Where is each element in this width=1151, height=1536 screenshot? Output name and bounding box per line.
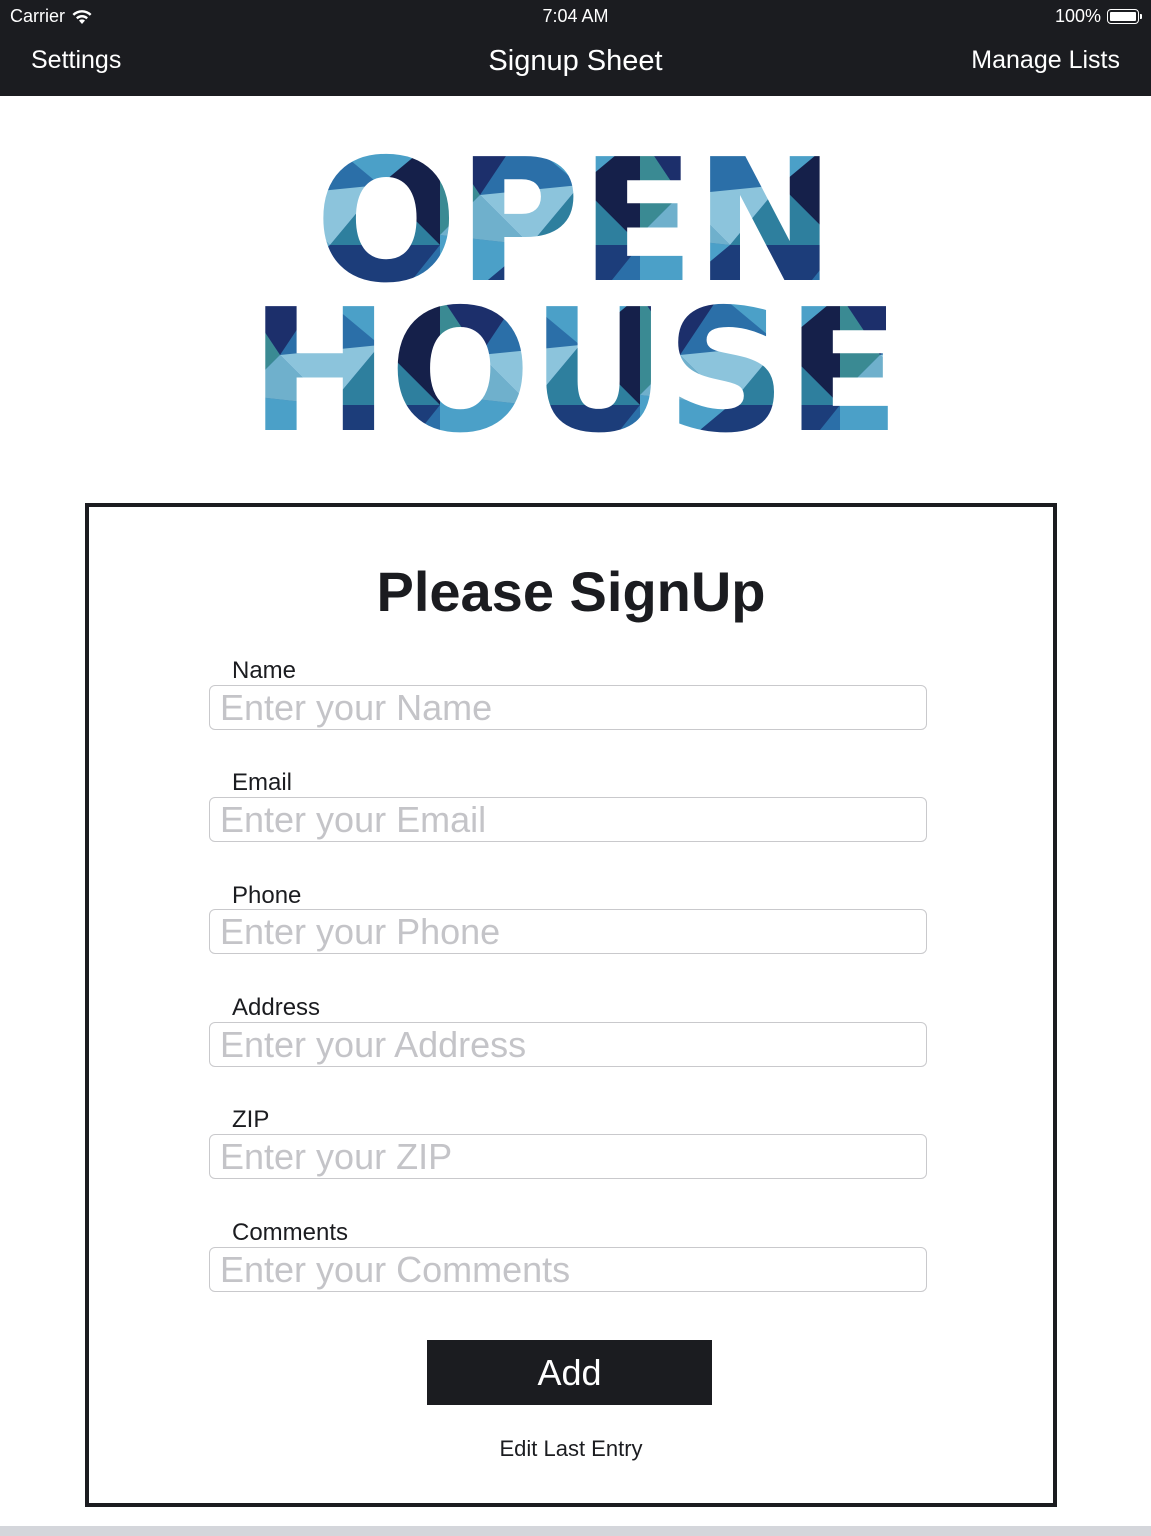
zip-input[interactable] [209, 1134, 927, 1179]
address-input[interactable] [209, 1022, 927, 1067]
email-label: Email [232, 769, 293, 796]
battery-percent: 100% [1054, 6, 1101, 26]
navigation-bar: Carrier 7:04 AM 100% Settings Signup She… [0, 0, 1151, 96]
edit-last-entry-link[interactable]: Edit Last Entry [89, 1436, 1053, 1462]
address-label: Address [232, 994, 321, 1021]
add-button[interactable]: Add [427, 1340, 712, 1405]
name-label: Name [232, 657, 297, 684]
status-battery: 100% [1054, 6, 1142, 27]
battery-icon [1107, 9, 1142, 24]
name-input[interactable] [209, 685, 927, 730]
signup-form: Please SignUp Name Email Phone Address Z… [85, 503, 1057, 1507]
phone-input[interactable] [209, 909, 927, 954]
zip-label: ZIP [232, 1106, 270, 1133]
status-time: 7:04 AM [542, 6, 609, 26]
phone-label: Phone [232, 882, 302, 909]
comments-input[interactable] [209, 1247, 927, 1292]
logo-line-house: HOUSE [250, 273, 900, 440]
email-input[interactable] [209, 797, 927, 842]
open-house-logo: OPEN HOUSE [250, 135, 900, 440]
bottom-divider [0, 1526, 1151, 1536]
form-heading: Please SignUp [376, 560, 766, 623]
manage-lists-button[interactable]: Manage Lists [971, 46, 1120, 75]
comments-label: Comments [232, 1219, 349, 1246]
